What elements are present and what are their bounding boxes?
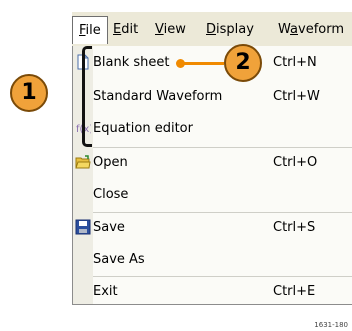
menu-item-shortcut: Ctrl+O [273, 155, 318, 170]
menu-view[interactable]: View [155, 22, 186, 37]
figure-id: 1631-180 [314, 321, 348, 329]
menu-item-standard-waveform[interactable]: Standard Waveform Ctrl+W [73, 82, 352, 112]
menu-item-shortcut: Ctrl+S [273, 220, 316, 235]
menu-waveform[interactable]: Waveform [278, 22, 344, 37]
menu-item-save[interactable]: Save Ctrl+S [73, 213, 352, 243]
menu-item-exit[interactable]: Exit Ctrl+E [73, 277, 352, 307]
menu-bar: File Edit View Display Waveform [72, 12, 352, 47]
callout-2: 2 [224, 44, 262, 82]
menu-item-save-as[interactable]: Save As [73, 245, 352, 275]
menu-item-shortcut: Ctrl+W [273, 89, 320, 104]
floppy-disk-icon [75, 219, 91, 235]
menu-item-label: Open [93, 155, 128, 170]
menu-item-equation-editor[interactable]: f(x) Equation editor [73, 114, 352, 144]
menu-item-label: Close [93, 187, 129, 202]
menu-item-shortcut: Ctrl+N [273, 55, 317, 70]
menu-item-label: Save As [93, 252, 145, 267]
menu-item-shortcut: Ctrl+E [273, 284, 316, 299]
menu-item-label: Blank sheet [93, 55, 170, 70]
menu-item-label: Exit [93, 284, 118, 299]
file-menu-dropdown: Blank sheet Ctrl+N Standard Waveform Ctr… [72, 46, 352, 305]
menu-item-label: Equation editor [93, 121, 193, 136]
menu-edit[interactable]: Edit [113, 22, 138, 37]
menu-item-open[interactable]: Open Ctrl+O [73, 148, 352, 178]
leader-line [180, 62, 224, 65]
callout-1: 1 [10, 74, 48, 112]
open-folder-icon [75, 155, 91, 169]
menu-item-label: Save [93, 220, 125, 235]
menu-item-label: Standard Waveform [93, 89, 223, 104]
menu-file[interactable]: File [72, 16, 108, 44]
menu-display[interactable]: Display [206, 22, 254, 37]
menu-item-close[interactable]: Close [73, 180, 352, 210]
callout-bracket [82, 46, 92, 147]
